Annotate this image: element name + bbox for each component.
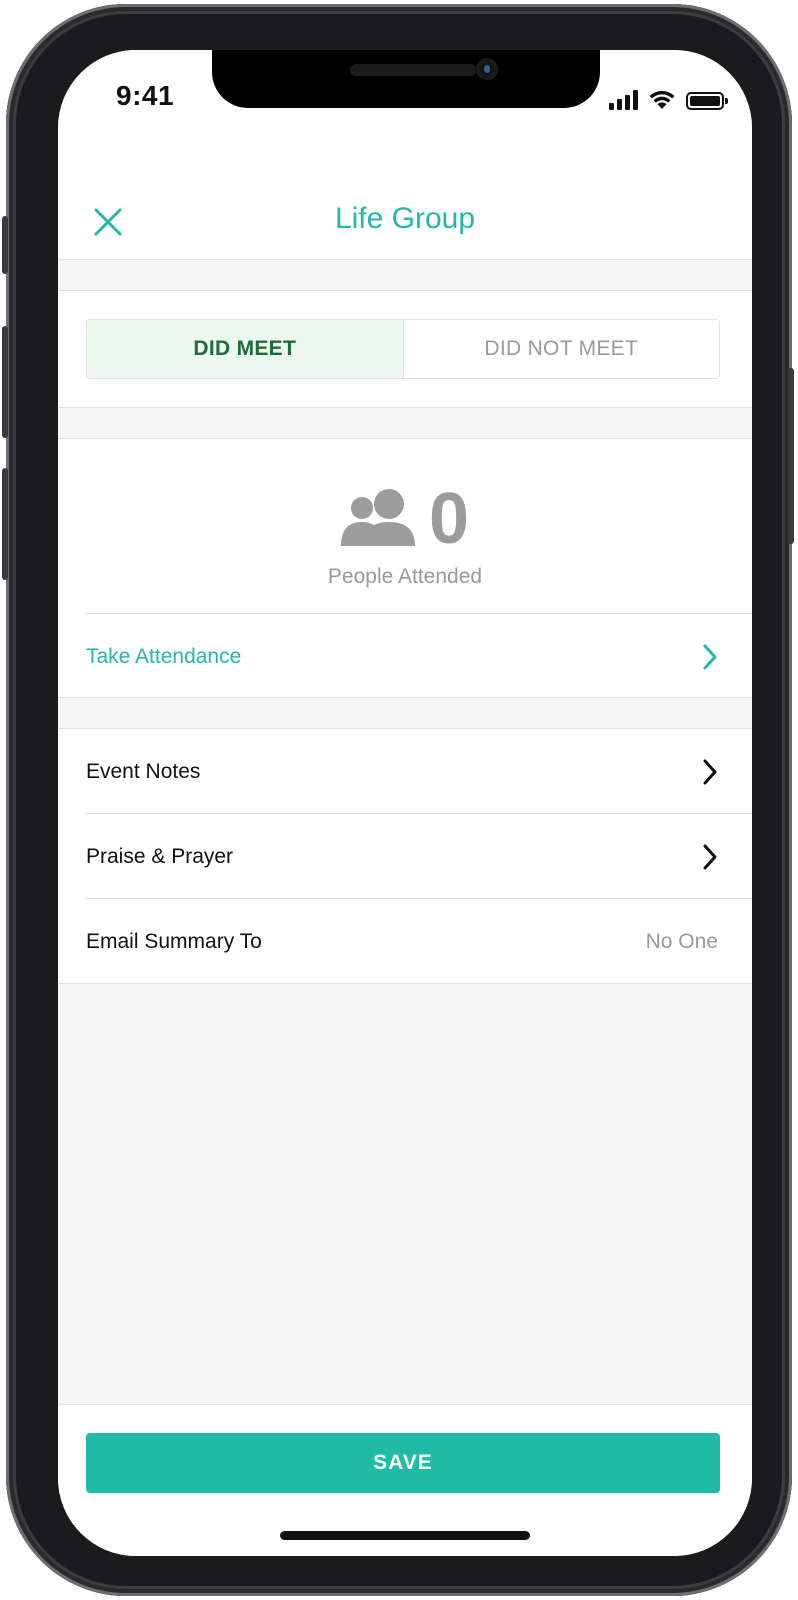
chevron-right-icon bbox=[703, 644, 717, 669]
front-camera bbox=[476, 58, 498, 80]
praise-prayer-row[interactable]: Praise & Prayer bbox=[86, 814, 752, 899]
email-summary-row[interactable]: Email Summary To No One bbox=[86, 899, 752, 984]
chevron-right-icon bbox=[703, 759, 717, 784]
power-button bbox=[788, 368, 794, 544]
phone-frame: 9:41 Life Group DID MEET DID NOT MEET 0 … bbox=[2, 4, 794, 1596]
volume-down-button bbox=[2, 468, 8, 580]
email-summary-value: No One bbox=[645, 929, 718, 953]
did-meet-segment[interactable]: DID MEET bbox=[87, 320, 404, 378]
attendance-label: People Attended bbox=[327, 565, 483, 588]
details-section: Event Notes Praise & Prayer Email Summar… bbox=[58, 728, 752, 984]
battery-icon bbox=[686, 92, 728, 110]
status-time: 9:41 bbox=[116, 80, 175, 111]
page-title: Life Group bbox=[334, 202, 476, 235]
attendance-count: 0 bbox=[428, 479, 470, 559]
meeting-status-section: DID MEET DID NOT MEET bbox=[58, 290, 752, 408]
bottom-bar: SAVE bbox=[58, 1404, 752, 1556]
event-notes-row[interactable]: Event Notes bbox=[86, 729, 752, 814]
earpiece-speaker bbox=[350, 64, 476, 76]
status-icons bbox=[609, 86, 728, 110]
home-indicator[interactable] bbox=[280, 1531, 530, 1540]
attendance-section: 0 People Attended Take Attendance bbox=[58, 438, 752, 698]
take-attendance-label: Take Attendance bbox=[86, 644, 242, 668]
did-not-meet-segment[interactable]: DID NOT MEET bbox=[403, 320, 719, 378]
wifi-icon bbox=[649, 90, 675, 109]
save-button[interactable]: SAVE bbox=[86, 1433, 720, 1493]
people-icon bbox=[340, 489, 415, 546]
attendance-summary: 0 People Attended bbox=[58, 479, 752, 599]
cellular-signal-icon bbox=[609, 90, 638, 110]
navigation-bar: Life Group bbox=[58, 160, 752, 260]
event-notes-label: Event Notes bbox=[86, 759, 201, 783]
volume-up-button bbox=[2, 326, 8, 438]
praise-prayer-label: Praise & Prayer bbox=[86, 844, 234, 868]
app-screen: 9:41 Life Group DID MEET DID NOT MEET 0 … bbox=[58, 50, 752, 1556]
take-attendance-row[interactable]: Take Attendance bbox=[86, 614, 752, 699]
mute-switch bbox=[2, 216, 8, 274]
meeting-toggle: DID MEET DID NOT MEET bbox=[86, 319, 720, 379]
notch bbox=[212, 50, 600, 108]
chevron-right-icon bbox=[703, 844, 717, 869]
email-summary-label: Email Summary To bbox=[86, 929, 262, 953]
